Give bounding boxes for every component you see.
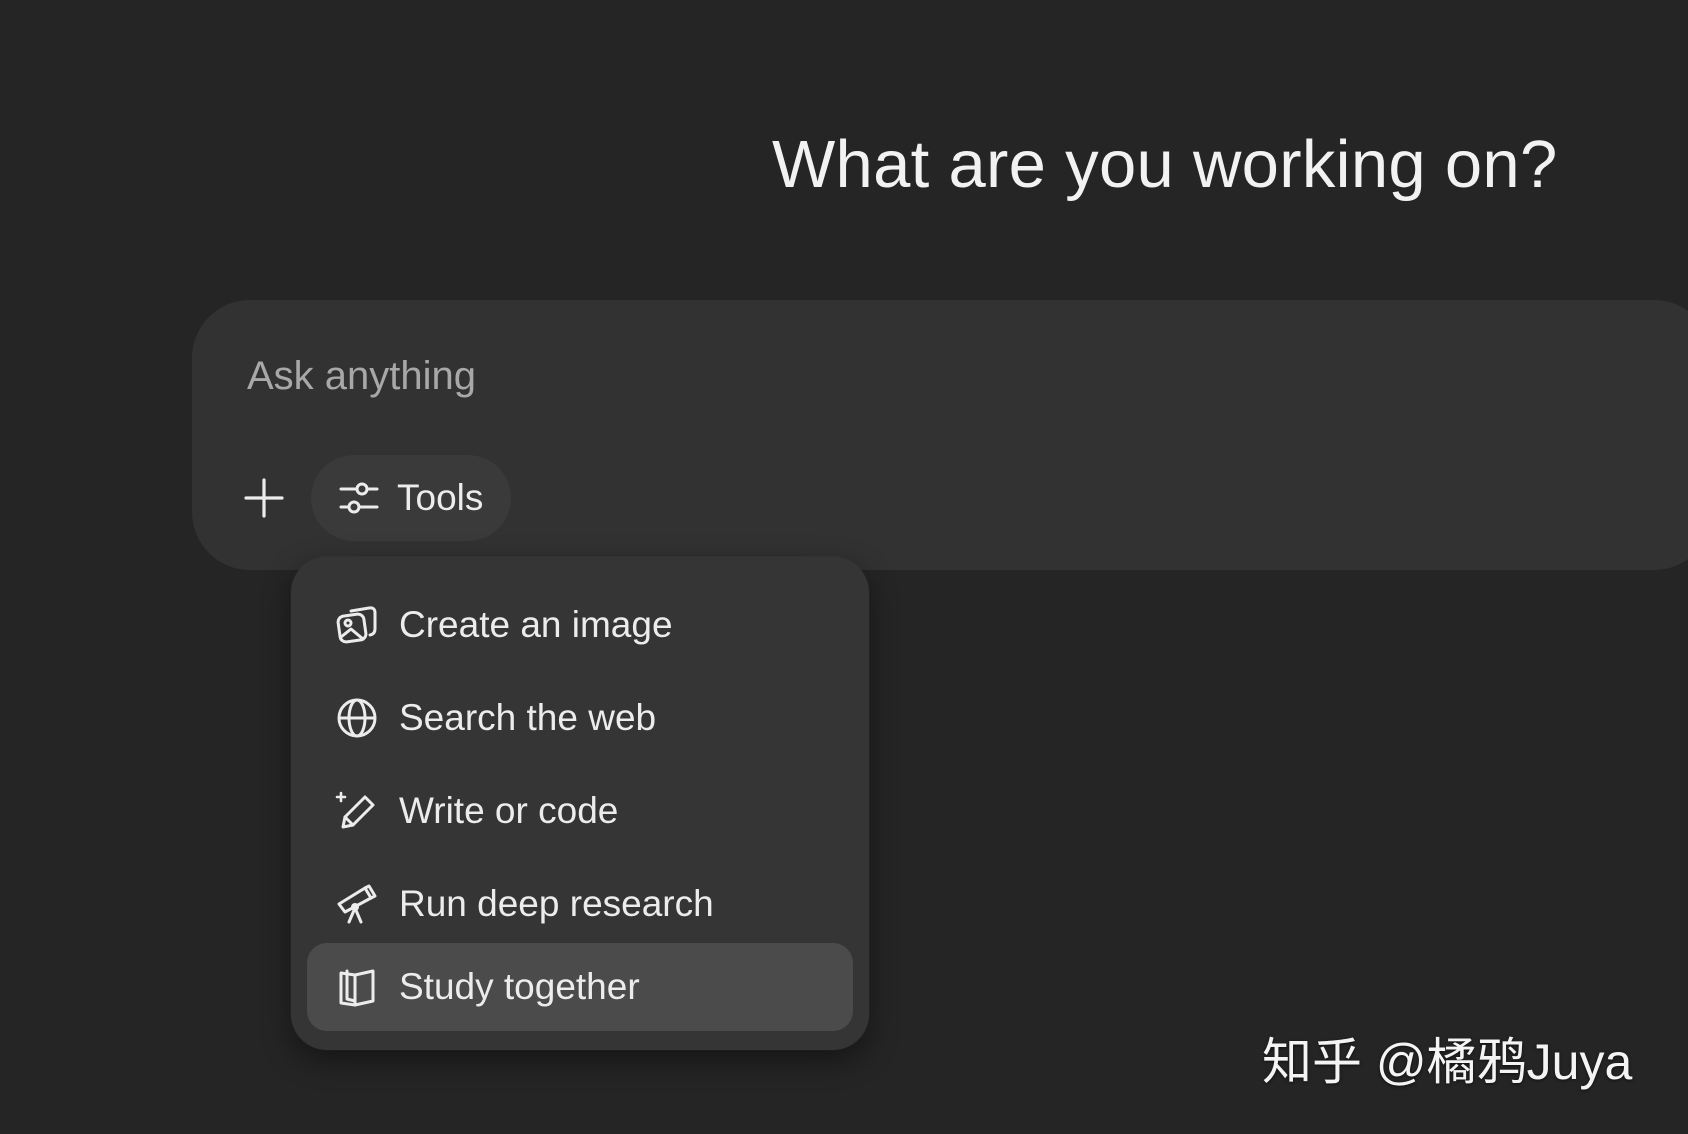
sliders-icon	[335, 474, 383, 522]
menu-item-label: Write or code	[399, 790, 619, 831]
add-attachment-button[interactable]	[236, 470, 292, 526]
telescope-icon	[333, 880, 381, 928]
book-icon	[333, 963, 381, 1011]
page-title: What are you working on?	[772, 127, 1558, 202]
menu-item-create-image[interactable]: Create an image	[307, 581, 853, 669]
menu-item-write-code[interactable]: Write or code	[307, 767, 853, 855]
globe-icon	[333, 694, 381, 742]
chat-home-page: What are you working on? Ask anything To…	[0, 0, 1688, 1134]
menu-item-label: Run deep research	[399, 883, 714, 924]
menu-item-label: Study together	[399, 966, 640, 1007]
tools-button-label: Tools	[397, 477, 484, 518]
menu-item-search-web[interactable]: Search the web	[307, 674, 853, 762]
menu-item-study-together[interactable]: Study together	[307, 943, 853, 1031]
tools-menu: Create an image Search the web Write or …	[291, 557, 869, 1050]
tools-button[interactable]: Tools	[311, 455, 511, 541]
image-icon	[333, 601, 381, 649]
pencil-sparkle-icon	[333, 787, 381, 835]
menu-item-label: Create an image	[399, 604, 673, 645]
menu-item-deep-research[interactable]: Run deep research	[307, 860, 853, 948]
plus-icon	[244, 478, 284, 518]
watermark-text: 知乎 @橘鸦Juya	[1262, 1034, 1633, 1090]
prompt-input[interactable]: Ask anything	[247, 354, 476, 399]
menu-item-label: Search the web	[399, 697, 657, 738]
